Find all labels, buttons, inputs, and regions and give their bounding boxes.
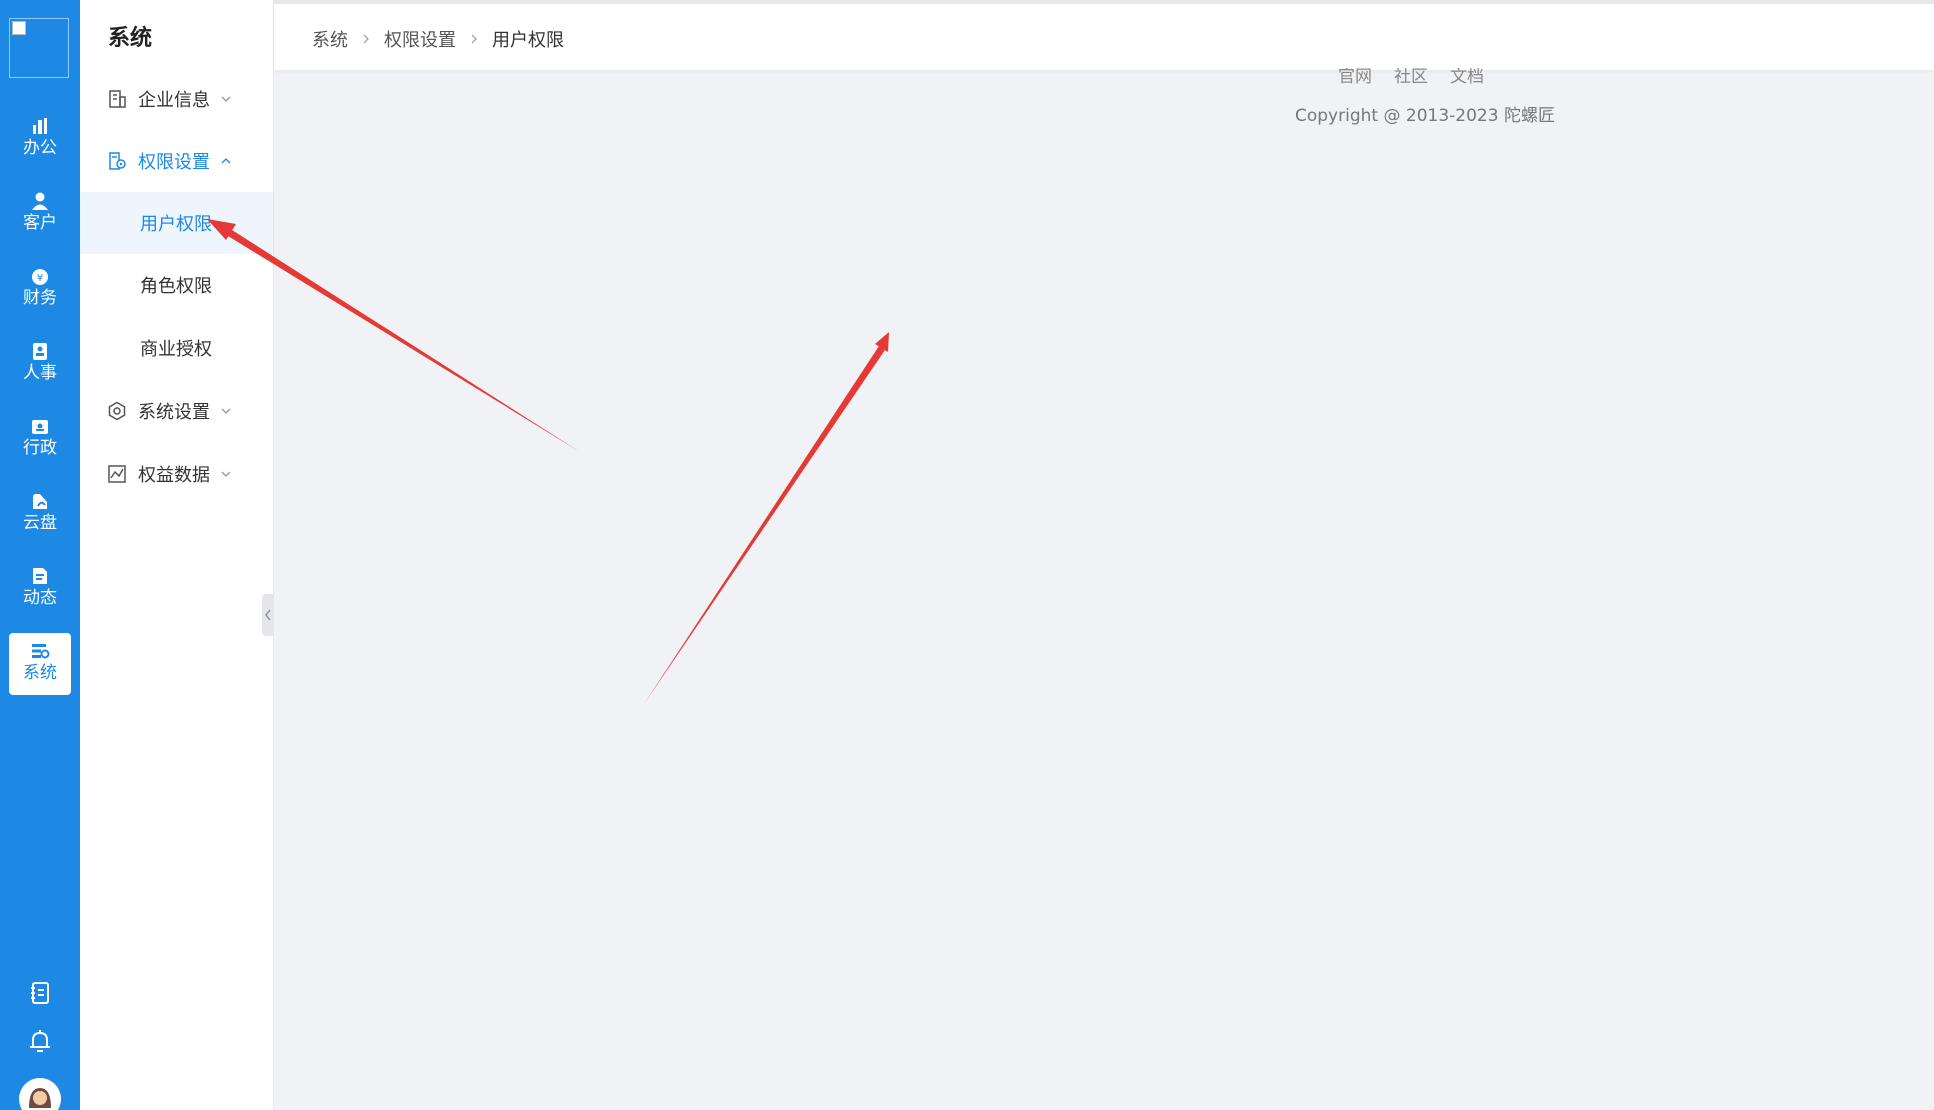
building-icon — [109, 90, 126, 108]
menu-permission-settings[interactable]: 权限设置 — [80, 130, 273, 192]
admin-icon — [32, 420, 48, 434]
menu-label: 系统设置 — [138, 402, 210, 423]
rail-label: 系统 — [23, 663, 57, 683]
avatar[interactable] — [19, 1078, 61, 1110]
breadcrumb: 系统 权限设置 用户权限 — [312, 26, 564, 52]
copyright-text: Copyright @ 2013-2023 陀螺匠 — [1295, 106, 1555, 126]
chart-icon — [108, 465, 126, 483]
rail-item-system[interactable]: 系统 — [9, 633, 71, 695]
rail-label: 行政 — [23, 438, 57, 458]
chevron-down-icon — [221, 471, 231, 477]
rail-label: 客户 — [23, 213, 57, 233]
bell-icon[interactable] — [27, 1028, 53, 1054]
chevron-up-icon — [221, 158, 231, 164]
rail-item-customer[interactable]: 客户 — [9, 183, 71, 245]
rail-label: 办公 — [23, 138, 57, 158]
finance-icon: ¥ — [32, 269, 48, 285]
system-icon — [32, 644, 50, 659]
submenu-label: 商业授权 — [140, 339, 212, 360]
chevron-right-icon — [363, 34, 369, 44]
notebook-icon[interactable] — [27, 980, 53, 1006]
breadcrumb-current: 用户权限 — [492, 30, 564, 51]
rail-item-hr[interactable]: 人事 — [9, 333, 71, 395]
cloud-disk-icon — [33, 494, 47, 509]
customer-icon — [32, 192, 48, 210]
rail-label: 财务 — [23, 288, 57, 308]
svg-text:¥: ¥ — [37, 273, 43, 284]
chevron-right-icon — [471, 34, 477, 44]
logo[interactable] — [9, 18, 69, 78]
rail-item-cloud-disk[interactable]: 云盘 — [9, 483, 71, 545]
system-submenu: 系统 企业信息 权限设置 用户权限 角色权限 商业授权 系统设置 权益数据 — [80, 0, 274, 1110]
menu-label: 权益数据 — [138, 465, 210, 486]
menu-label: 权限设置 — [138, 152, 210, 173]
rail-item-feed[interactable]: 动态 — [9, 558, 71, 620]
submenu-role-permissions[interactable]: 角色权限 — [80, 254, 273, 316]
app-root: 办公 客户 ¥ 财务 人事 行政 云盘 动态 系统 系统 企业信息 权限设置 用… — [0, 0, 1934, 1110]
menu-company-info[interactable]: 企业信息 — [80, 68, 273, 130]
hr-icon — [33, 343, 47, 360]
user-avatar-icon — [19, 1078, 61, 1110]
submenu-label: 角色权限 — [140, 276, 212, 297]
submenu-user-permissions[interactable]: 用户权限 — [80, 192, 273, 254]
chevron-left-icon — [265, 609, 271, 621]
rail-label: 动态 — [23, 588, 57, 608]
rail-item-finance[interactable]: ¥ 财务 — [9, 258, 71, 320]
menu-benefit-data[interactable]: 权益数据 — [80, 443, 273, 505]
permission-icon — [109, 152, 126, 170]
breadcrumb-item[interactable]: 权限设置 — [384, 26, 456, 52]
submenu-business-license[interactable]: 商业授权 — [80, 317, 273, 379]
rail-item-admin[interactable]: 行政 — [9, 408, 71, 470]
submenu-title: 系统 — [108, 26, 153, 51]
chevron-down-icon — [221, 96, 231, 102]
breadcrumb-item[interactable]: 系统 — [312, 26, 348, 52]
office-icon — [33, 118, 47, 134]
feed-icon — [33, 568, 47, 584]
menu-system-settings[interactable]: 系统设置 — [80, 380, 273, 442]
rail-item-office[interactable]: 办公 — [9, 108, 71, 170]
module-rail: 办公 客户 ¥ 财务 人事 行政 云盘 动态 系统 — [0, 0, 80, 1110]
chevron-down-icon — [221, 408, 231, 414]
rail-label: 人事 — [23, 363, 57, 383]
menu-label: 企业信息 — [138, 90, 210, 111]
sidebar-collapse-handle[interactable] — [262, 594, 274, 636]
annotation-arrow-2 — [644, 332, 889, 704]
settings-icon — [108, 401, 126, 421]
submenu-label: 用户权限 — [140, 214, 212, 235]
top-bar: 系统 权限设置 用户权限 — [274, 0, 1934, 70]
rail-label: 云盘 — [23, 513, 57, 533]
annotation-arrows — [207, 219, 889, 704]
